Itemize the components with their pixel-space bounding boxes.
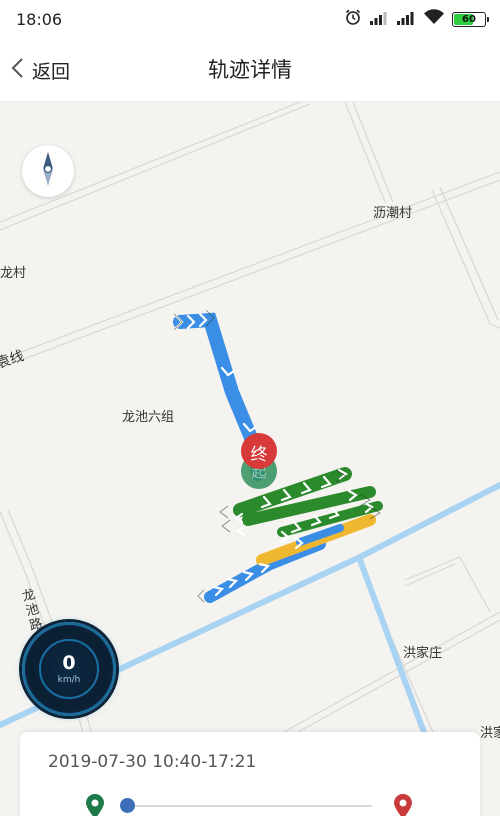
map-label: 龙村 — [0, 266, 27, 281]
back-label: 返回 — [32, 60, 71, 83]
compass-button[interactable] — [22, 145, 74, 197]
status-bar: 18:06 60 — [0, 0, 500, 38]
map-label: 龙池六组 — [122, 410, 175, 425]
back-button[interactable]: 返回 — [10, 50, 70, 90]
map-label: 洪家庄 — [403, 646, 443, 661]
signal-icon — [369, 10, 389, 29]
page-title: 轨迹详情 — [208, 58, 292, 82]
speed-value: 0 — [62, 652, 76, 674]
playback-track[interactable] — [126, 805, 372, 807]
end-marker[interactable]: 终 — [240, 432, 278, 470]
playback-slider-handle[interactable] — [120, 798, 135, 813]
battery-icon: 60 — [452, 11, 489, 27]
speed-gauge: 0 km/h — [22, 622, 116, 716]
status-time: 18:06 — [16, 9, 63, 29]
alarm-icon — [344, 8, 362, 30]
status-icons: 60 — [344, 8, 489, 30]
wifi-icon — [423, 9, 445, 29]
battery-level: 60 — [462, 13, 476, 25]
map-view[interactable]: 沥潮村 龙村 袁线 龙池六组 龙池路 洪家庄 洪家 起 终 0 km/h 201… — [0, 102, 500, 816]
map-label: 洪家 — [480, 726, 500, 741]
nav-bar: 返回 轨迹详情 — [0, 38, 500, 102]
playback-bar — [80, 792, 450, 816]
compass-icon — [41, 152, 55, 190]
map-label: 沥潮村 — [373, 206, 413, 221]
end-marker-label: 终 — [250, 445, 268, 465]
end-pin-icon[interactable] — [392, 794, 414, 816]
start-pin-icon[interactable] — [84, 794, 106, 816]
speed-unit: km/h — [57, 675, 81, 685]
chevron-left-icon — [10, 56, 26, 84]
time-range: 2019-07-30 10:40-17:21 — [48, 752, 257, 772]
signal-icon — [396, 10, 416, 29]
info-panel: 2019-07-30 10:40-17:21 — [20, 732, 480, 816]
